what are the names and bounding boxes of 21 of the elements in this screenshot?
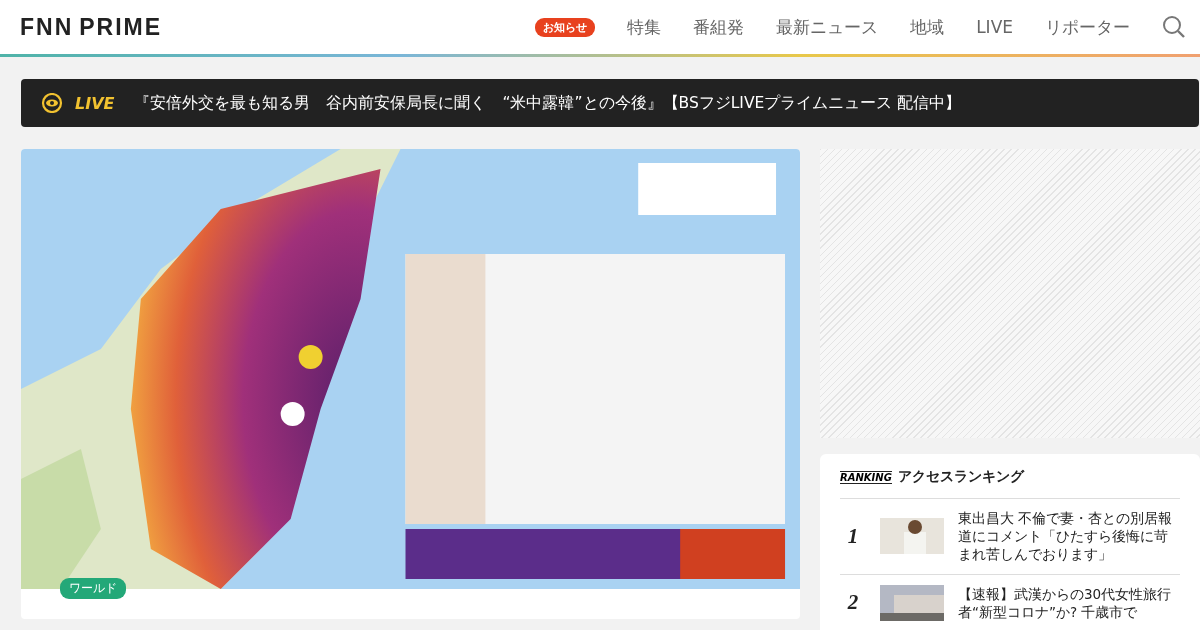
site-logo[interactable]: FNN PRIME <box>20 13 163 41</box>
ranking-title: アクセスランキング <box>897 468 1024 486</box>
article-title: 東出昌大 不倫で妻・杏との別居報道にコメント「ひたすら後悔に苛まれ苦しんでおります」 <box>958 509 1174 564</box>
ranking-badge: RANKING <box>840 470 892 484</box>
rank-number: 2 <box>846 590 860 616</box>
nav-link[interactable]: LIVE <box>976 17 1013 37</box>
rank-number: 1 <box>846 523 860 549</box>
notice-badge[interactable]: お知らせ <box>535 17 596 37</box>
ranking-item[interactable]: 1 東出昌大 不倫で妻・杏との別居報道にコメント「ひたすら後悔に苛まれ苦しんでおります」 <box>840 499 1180 575</box>
eye-icon <box>41 93 63 113</box>
category-tag: ワールド <box>60 578 126 599</box>
search-icon[interactable] <box>1162 15 1186 39</box>
nav-link[interactable]: 最新ニュース <box>776 15 879 39</box>
live-link[interactable]: 『安倍外交を最も知る男 谷内前安保局長に聞く “米中露韓”との今後』【BSフジLIVEプライムニュース 配信中】 <box>134 92 962 114</box>
nav-link[interactable]: 番組発 <box>693 15 745 39</box>
ranking-item[interactable]: 2 【速報】武漢からの30代女性旅行者“新型コロナ”か? 千歳市で <box>840 574 1180 630</box>
nav-link[interactable]: 特集 <box>627 15 662 39</box>
nav-link[interactable]: 地域 <box>910 15 945 39</box>
live-label: LIVE <box>75 93 115 113</box>
nav-link[interactable]: リポーター <box>1045 15 1130 39</box>
article-title: 【速報】武漢からの30代女性旅行者“新型コロナ”か? 千歳市で <box>958 584 1173 622</box>
